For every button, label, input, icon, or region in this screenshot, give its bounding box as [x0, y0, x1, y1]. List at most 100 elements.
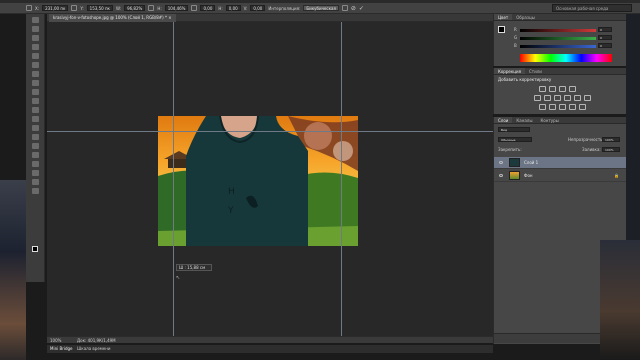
tab-corrections[interactable]: Коррекция	[494, 68, 525, 74]
brush-tool-icon[interactable]	[32, 80, 39, 86]
desktop-background-left	[0, 180, 26, 360]
document-tab-bar: krasivyj-fon-v-fotoshope.jpg @ 100% (Сло…	[47, 14, 493, 22]
x-label: X:	[35, 5, 40, 11]
document-tab[interactable]: krasivyj-fon-v-fotoshope.jpg @ 100% (Сло…	[49, 14, 176, 22]
brightness-contrast-icon[interactable]	[539, 86, 546, 92]
relative-position-icon[interactable]	[71, 5, 78, 11]
mini-bridge-tab[interactable]: Mini Bridge	[50, 345, 73, 353]
commit-transform-icon[interactable]: ✓	[359, 5, 364, 12]
tab-styles[interactable]: Стили	[525, 68, 546, 74]
tab-channels[interactable]: Каналы	[512, 117, 536, 123]
history-brush-tool-icon[interactable]	[32, 98, 39, 104]
move-tool-icon[interactable]	[32, 17, 39, 23]
slider-b[interactable]	[520, 45, 596, 48]
pen-tool-icon[interactable]	[32, 143, 39, 149]
y-field[interactable]: 153,50 пк	[86, 5, 113, 11]
lock-label: Закрепить:	[498, 147, 522, 152]
cancel-transform-icon[interactable]: ⊘	[351, 5, 356, 12]
link-icon[interactable]	[148, 5, 155, 11]
canvas-image[interactable]: H Y	[158, 116, 358, 246]
stamp-tool-icon[interactable]	[32, 89, 39, 95]
options-bar: X: 231,00 пк Y: 153,50 пк W: 96,82% H: 1…	[0, 3, 640, 14]
corrections-panel-tabs: Коррекция Стили	[494, 68, 626, 75]
timeline-tab[interactable]: Шкала времени	[77, 345, 110, 353]
lasso-tool-icon[interactable]	[32, 35, 39, 41]
eyedropper-tool-icon[interactable]	[32, 62, 39, 68]
shape-tool-icon[interactable]	[32, 170, 39, 176]
opacity-field[interactable]: 100%	[602, 137, 620, 142]
selective-color-icon[interactable]	[579, 104, 586, 110]
foreground-color-swatch[interactable]	[32, 246, 38, 252]
document-info[interactable]: Док: 401,9К/1,49М	[77, 337, 116, 344]
exposure-icon[interactable]	[569, 86, 576, 92]
levels-icon[interactable]	[549, 86, 556, 92]
vibrance-icon[interactable]	[534, 95, 541, 101]
hskew-field[interactable]: 0,00	[225, 5, 241, 11]
w-label: W:	[115, 5, 122, 11]
photo-filter-icon[interactable]	[574, 95, 581, 101]
gradient-tool-icon[interactable]	[32, 116, 39, 122]
layer-name[interactable]: Фон	[524, 173, 533, 178]
warp-icon[interactable]	[341, 5, 348, 11]
close-tab-icon[interactable]: ×	[168, 15, 171, 20]
tab-swatches[interactable]: Образцы	[512, 14, 539, 20]
blur-tool-icon[interactable]	[32, 125, 39, 131]
slider-value-g[interactable]: 0	[598, 35, 612, 40]
width-field[interactable]: 96,82%	[124, 5, 146, 11]
rotate-icon	[191, 5, 198, 11]
guide-vertical-left[interactable]	[173, 22, 174, 336]
vskew-field[interactable]: 0,00	[250, 5, 266, 11]
hue-saturation-icon[interactable]	[544, 95, 551, 101]
tab-color[interactable]: Цвет	[494, 14, 513, 20]
reference-point-icon[interactable]	[26, 5, 32, 11]
tab-paths[interactable]: Контуры	[536, 117, 562, 123]
interpolation-select[interactable]: Бикубическая	[303, 5, 339, 11]
x-field[interactable]: 231,00 пк	[42, 5, 69, 11]
tab-layers[interactable]: Слои	[494, 117, 513, 123]
blend-mode-select[interactable]: Обычные	[498, 137, 532, 142]
gradient-map-icon[interactable]	[569, 104, 576, 110]
crop-tool-icon[interactable]	[32, 53, 39, 59]
slider-value-r[interactable]: 0	[598, 27, 612, 32]
visibility-eye-icon[interactable]	[499, 161, 503, 164]
fill-field[interactable]: 100%	[602, 147, 620, 152]
path-select-tool-icon[interactable]	[32, 161, 39, 167]
layer-thumbnail	[509, 158, 520, 167]
layer-row-layer1[interactable]: Слой 1	[494, 157, 627, 169]
layer-name[interactable]: Слой 1	[524, 160, 538, 165]
healing-tool-icon[interactable]	[32, 71, 39, 77]
corrections-subtitle: Добавить корректировку	[498, 77, 552, 82]
slider-g[interactable]	[520, 37, 596, 40]
color-panel: Цвет Образцы R 0 G 0 B 0	[493, 14, 626, 66]
eraser-tool-icon[interactable]	[32, 107, 39, 113]
layer-filter-select[interactable]: Вид	[498, 127, 530, 132]
threshold-icon[interactable]	[559, 104, 566, 110]
quick-select-tool-icon[interactable]	[32, 44, 39, 50]
zoom-tool-icon[interactable]	[32, 188, 39, 194]
dodge-tool-icon[interactable]	[32, 134, 39, 140]
zoom-level[interactable]: 100%	[50, 337, 61, 344]
foreground-color-chip[interactable]	[498, 26, 505, 33]
fill-label: Заливка:	[582, 147, 601, 152]
slider-value-b[interactable]: 0	[598, 43, 612, 48]
workspace-select[interactable]: Основная рабочая среда	[552, 4, 632, 12]
h-label: H:	[157, 5, 162, 11]
marquee-tool-icon[interactable]	[32, 26, 39, 32]
black-white-icon[interactable]	[564, 95, 571, 101]
slider-r[interactable]	[520, 29, 596, 32]
hand-tool-icon[interactable]	[32, 179, 39, 185]
curves-icon[interactable]	[559, 86, 566, 92]
color-balance-icon[interactable]	[554, 95, 561, 101]
color-spectrum-bar[interactable]	[520, 54, 612, 62]
type-tool-icon[interactable]	[32, 152, 39, 158]
cursor-icon: ↖	[176, 275, 181, 281]
guide-vertical-right[interactable]	[341, 22, 342, 336]
angle-field[interactable]: 0,00	[200, 5, 216, 11]
height-field[interactable]: 104,46%	[164, 5, 189, 11]
channel-mixer-icon[interactable]	[584, 95, 591, 101]
guide-horizontal[interactable]	[47, 131, 493, 132]
layer-row-background[interactable]: Фон 🔒	[494, 170, 627, 182]
invert-icon[interactable]	[539, 104, 546, 110]
visibility-eye-icon[interactable]	[499, 174, 503, 177]
posterize-icon[interactable]	[549, 104, 556, 110]
